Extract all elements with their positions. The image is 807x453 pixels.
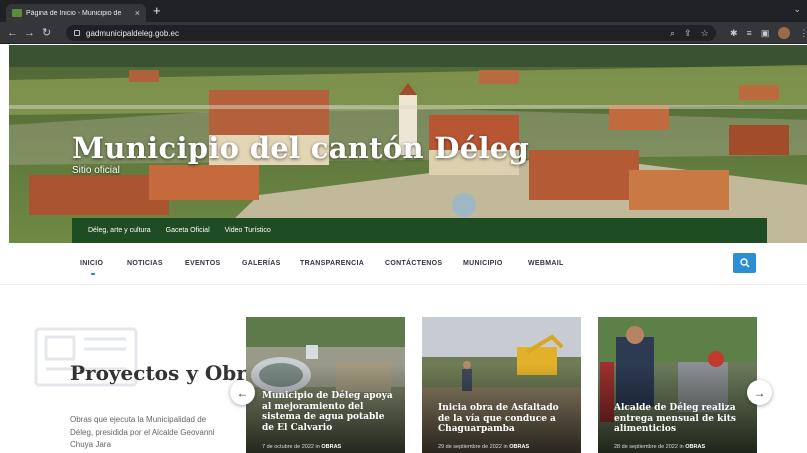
active-indicator [91,273,95,275]
tab-close-icon[interactable]: × [135,8,140,18]
site-title[interactable]: Municipio del cantón Déleg [72,131,529,165]
card-category[interactable]: OBRAS [509,444,529,450]
tab-title: Página de Inicio - Municipio de [26,9,122,17]
news-card[interactable]: Inicia obra de Asfaltado de la vía que c… [422,317,581,453]
reading-list-icon[interactable]: ≡ [747,26,752,40]
card-date: 29 de septiembre de 2022 [438,444,502,450]
bookmark-star-icon[interactable]: ☆ [701,26,709,40]
card-meta: 7 de octubre de 2022 in OBRAS [262,444,341,450]
back-icon[interactable]: ← [7,26,18,40]
card-in: in [679,444,684,450]
profile-avatar[interactable] [778,27,791,39]
news-card[interactable]: Municipio de Déleg apoya al mejoramiento… [246,317,405,453]
new-tab-button[interactable]: + [153,3,161,19]
main-navigation: INICIO NOTICIAS EVENTOS GALERÍAS TRANSPA… [0,245,807,285]
carousel-prev-button[interactable]: ← [230,380,255,405]
nav-contactenos[interactable]: CONTÁCTENOS [385,260,442,267]
card-category[interactable]: OBRAS [321,444,341,450]
nav-municipio[interactable]: MUNICIPIO [463,260,503,267]
site-favicon-icon [12,9,22,17]
arrow-right-icon: → [753,385,766,400]
nav-eventos[interactable]: EVENTOS [185,260,220,267]
card-in: in [315,444,320,450]
search-button[interactable] [733,253,756,273]
reload-icon[interactable]: ↻ [42,26,51,40]
lock-icon[interactable] [74,30,80,36]
card-date: 28 de septiembre de 2022 [614,444,678,450]
browser-tab[interactable]: Página de Inicio - Municipio de × [6,4,146,22]
extensions-icon[interactable]: ✱ [730,26,738,40]
card-title[interactable]: Municipio de Déleg apoya al mejoramiento… [262,391,396,433]
nav-noticias[interactable]: NOTICIAS [127,260,163,267]
forward-icon[interactable]: → [24,26,35,40]
menu-icon[interactable]: ⋮ [799,26,807,40]
secondary-links-bar: Déleg, arte y cultura Gaceta Oficial Vid… [72,218,767,243]
card-title[interactable]: Inicia obra de Asfaltado de la vía que c… [438,403,572,435]
site-subtitle: Sitio oficial [72,165,120,176]
link-gaceta-oficial[interactable]: Gaceta Oficial [166,227,210,234]
card-in: in [503,444,508,450]
address-bar-actions: ⌕ ⇪ ☆ [670,26,709,40]
card-category[interactable]: OBRAS [685,444,705,450]
nav-webmail[interactable]: WEBMAIL [528,260,564,267]
card-meta: 29 de septiembre de 2022 in OBRAS [438,444,529,450]
card-title[interactable]: Alcalde de Déleg realiza entrega mensual… [614,403,748,435]
extension-actions: ✱ ≡ ▣ ⋮ [730,26,807,40]
side-panel-icon[interactable]: ▣ [761,26,770,40]
zoom-icon[interactable]: ⌕ [670,26,675,40]
nav-galerias[interactable]: GALERÍAS [242,260,281,267]
card-date: 7 de octubre de 2022 [262,444,314,450]
link-deleg-arte-cultura[interactable]: Déleg, arte y cultura [88,227,151,234]
search-icon [739,258,750,268]
browser-toolbar: ← → ↻ gadmunicipaldeleg.gob.ec ⌕ ⇪ ☆ ✱ ≡… [0,22,807,44]
nav-inicio[interactable]: INICIO [80,260,103,267]
section-description: Obras que ejecuta la Municipalidad de Dé… [70,415,215,449]
address-bar[interactable]: gadmunicipaldeleg.gob.ec [66,25,716,41]
hero-banner: Municipio del cantón Déleg Sitio oficial… [9,45,807,243]
link-video-turistico[interactable]: Video Turístico [225,227,271,234]
share-icon[interactable]: ⇪ [684,26,692,40]
card-meta: 28 de septiembre de 2022 in OBRAS [614,444,705,450]
tab-search-chevron-icon[interactable]: ⌄ [793,4,801,15]
nav-transparencia[interactable]: TRANSPARENCIA [300,260,364,267]
carousel-next-button[interactable]: → [747,380,772,405]
url-text[interactable]: gadmunicipaldeleg.gob.ec [86,29,179,38]
browser-tab-bar: Página de Inicio - Municipio de × + ⌄ [0,0,807,22]
news-card[interactable]: Alcalde de Déleg realiza entrega mensual… [598,317,757,453]
arrow-left-icon: ← [236,385,249,400]
